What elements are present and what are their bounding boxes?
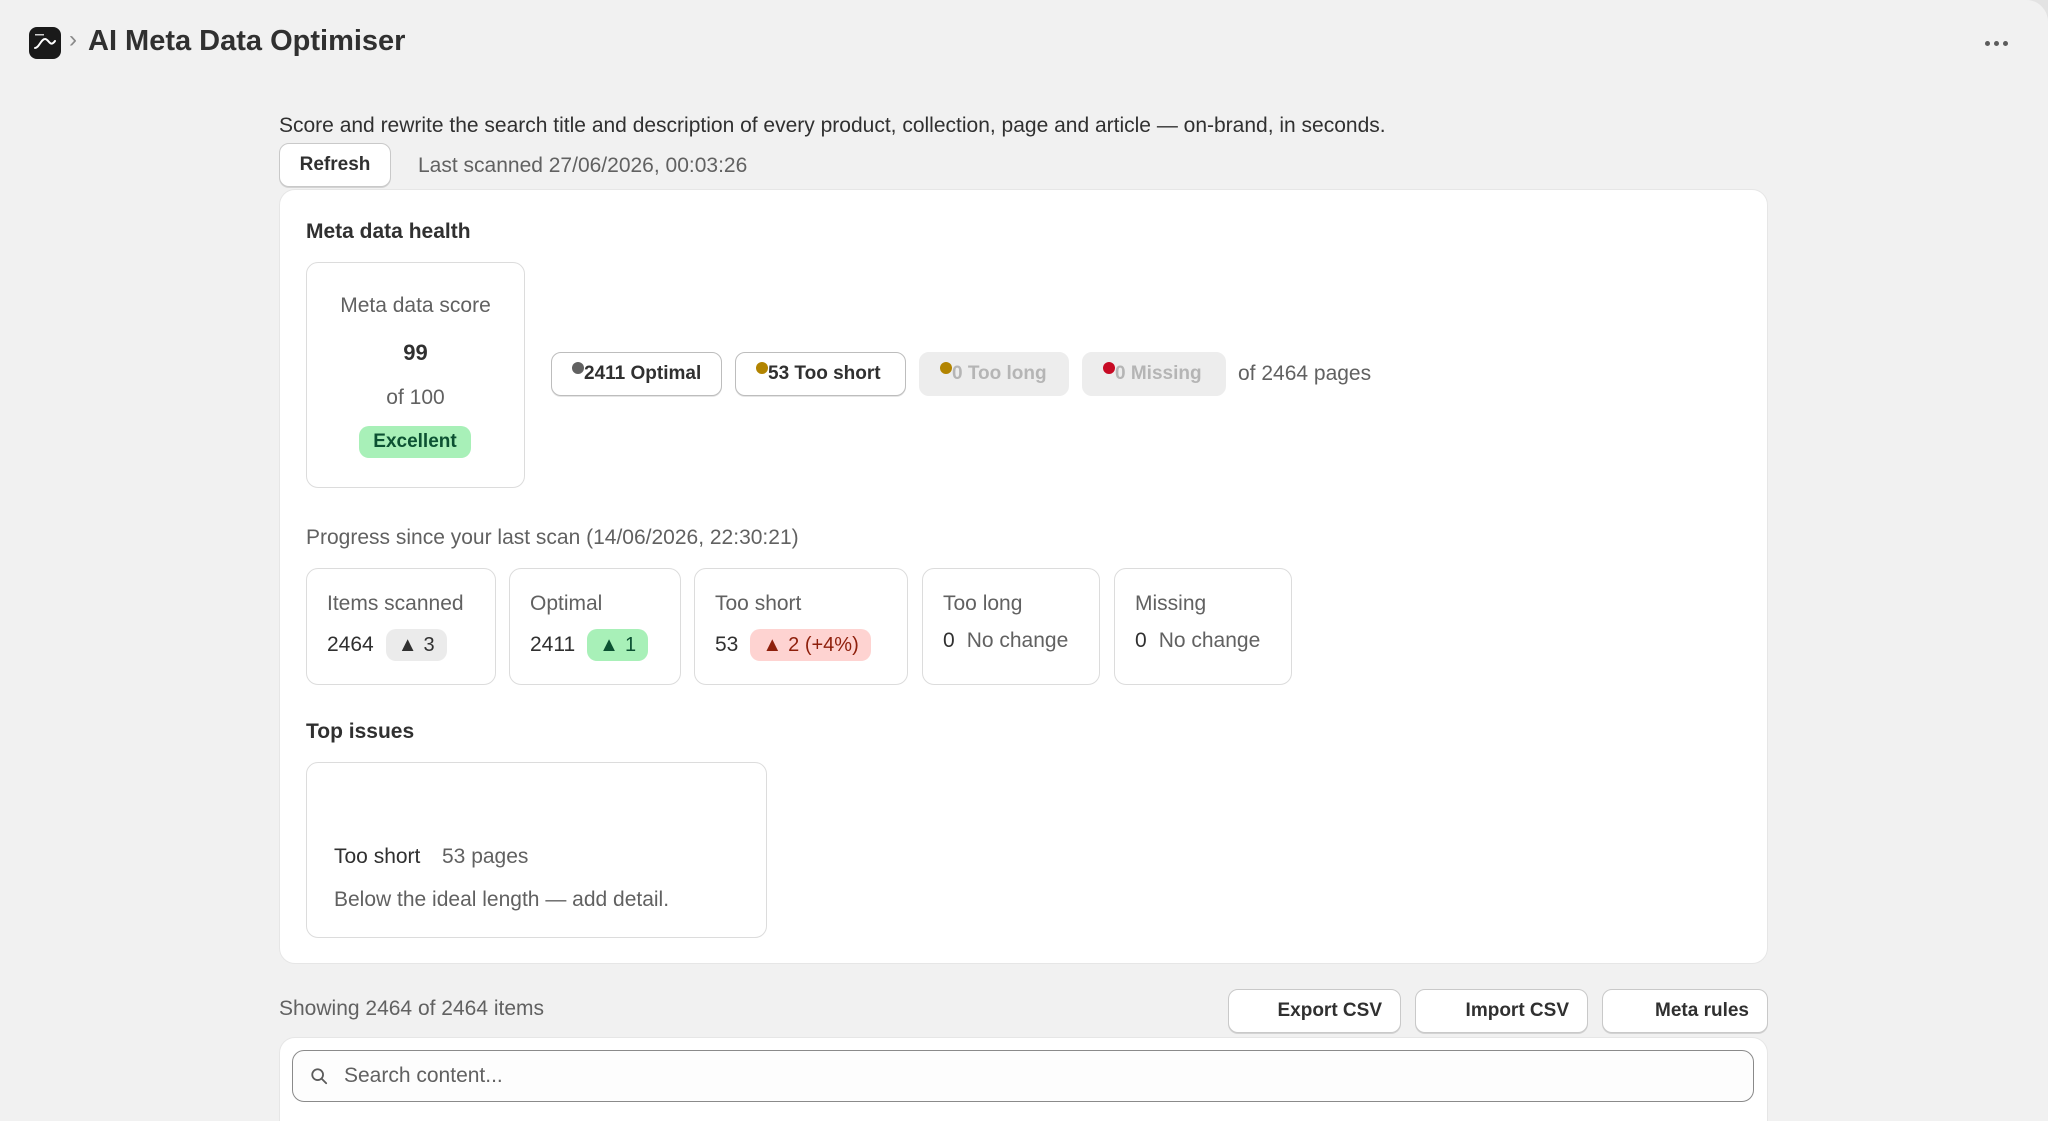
stat-optimal: Optimal 2411 ▲ 1 <box>509 568 681 685</box>
score-label: Meta data score <box>340 294 491 317</box>
filter-label: 0 Too long <box>952 363 1047 384</box>
meta-rules-button[interactable]: Meta rules <box>1602 989 1768 1033</box>
stat-value: 2464 <box>327 633 374 656</box>
delta-badge: ▲ 1 <box>587 629 649 661</box>
filter-too-long: 0 Too long <box>919 352 1069 396</box>
more-dot <box>2002 40 2008 46</box>
stat-value: 2411 <box>530 633 576 656</box>
breadcrumb-chevron-icon: › <box>69 26 77 53</box>
delta-value: 3 <box>423 633 435 656</box>
health-card: Meta data health Meta data score 99 of 1… <box>279 189 1768 964</box>
top-issues-title: Top issues <box>306 720 415 743</box>
stat-label: Too short <box>715 592 802 615</box>
stat-too-long: Too long 0 No change <box>922 568 1100 685</box>
filter-label: 0 Missing <box>1115 363 1202 384</box>
delta-value: 2 (+4%) <box>788 633 859 656</box>
search-icon <box>311 1068 328 1085</box>
stat-value: 0 <box>1135 629 1147 652</box>
filter-too-short[interactable]: 53 Too short <box>735 352 906 396</box>
issue-description: Below the ideal length — add detail. <box>334 888 670 911</box>
pages-total: of 2464 pages <box>1238 362 1372 385</box>
more-actions-button[interactable] <box>1976 26 2016 60</box>
stat-value: 53 <box>715 633 739 656</box>
last-scanned-text: Last scanned 27/06/2026, 00:03:26 <box>418 154 748 177</box>
issue-card[interactable]: Too short 53 pages Below the ideal lengt… <box>306 762 767 938</box>
app-logo-icon <box>29 27 61 59</box>
progress-title: Progress since your last scan (14/06/202… <box>306 526 799 549</box>
stat-value: 0 <box>943 629 955 652</box>
delta-value: 1 <box>624 633 637 656</box>
app-window: › AI Meta Data Optimiser Score and rewri… <box>0 0 2048 1121</box>
stat-row: 2411 ▲ 1 <box>530 629 649 661</box>
no-change-text: No change <box>966 629 1069 652</box>
showing-count: Showing 2464 of 2464 items <box>279 997 545 1020</box>
content-list-card <box>279 1037 1768 1121</box>
stat-row: 2464 ▲ 3 <box>327 629 447 661</box>
search-input[interactable] <box>292 1050 1754 1102</box>
more-dot <box>1993 40 1999 46</box>
score-box: Meta data score 99 of 100 Excellent <box>306 262 525 488</box>
health-title: Meta data health <box>306 220 471 243</box>
stat-row: 0 No change <box>1135 629 1260 653</box>
filter-missing: 0 Missing <box>1082 352 1226 396</box>
filter-optimal[interactable]: 2411 Optimal <box>551 352 722 396</box>
score-badge: Excellent <box>359 426 471 458</box>
triangle-up-icon: ▲ <box>599 633 619 656</box>
delta-badge: ▲ 2 (+4%) <box>750 629 871 661</box>
stat-label: Items scanned <box>327 592 464 615</box>
main-content: Score and rewrite the search title and d… <box>0 84 2048 1121</box>
triangle-up-icon: ▲ <box>762 633 783 656</box>
more-horizontal-icon <box>1984 40 1990 46</box>
status-dot-icon <box>756 362 768 374</box>
issue-count: 53 pages <box>442 845 529 868</box>
import-csv-button[interactable]: Import CSV <box>1415 989 1588 1033</box>
no-change-text: No change <box>1158 629 1261 652</box>
intro-text: Score and rewrite the search title and d… <box>279 114 1386 137</box>
status-dot-icon <box>1103 362 1115 374</box>
score-value: 99 <box>403 340 428 365</box>
export-csv-button[interactable]: Export CSV <box>1228 989 1401 1033</box>
status-dot-icon <box>572 362 584 374</box>
issue-name: Too short <box>334 845 421 868</box>
stat-row: 0 No change <box>943 629 1068 653</box>
title-bar: › AI Meta Data Optimiser <box>0 0 2048 84</box>
refresh-button[interactable]: Refresh <box>279 143 391 187</box>
filter-label: 2411 Optimal <box>584 363 702 384</box>
delta-badge: ▲ 3 <box>385 629 447 661</box>
status-dot-icon <box>940 362 952 374</box>
stat-label: Too long <box>943 592 1023 615</box>
stat-items-scanned: Items scanned 2464 ▲ 3 <box>306 568 496 685</box>
triangle-up-icon: ▲ <box>397 633 418 656</box>
stat-too-short: Too short 53 ▲ 2 (+4%) <box>694 568 908 685</box>
stat-label: Missing <box>1135 592 1207 615</box>
filter-label: 53 Too short <box>768 363 881 384</box>
stat-label: Optimal <box>530 592 603 615</box>
score-of: of 100 <box>386 386 445 409</box>
stat-missing: Missing 0 No change <box>1114 568 1292 685</box>
stat-row: 53 ▲ 2 (+4%) <box>715 629 871 661</box>
page-title: AI Meta Data Optimiser <box>88 25 406 57</box>
